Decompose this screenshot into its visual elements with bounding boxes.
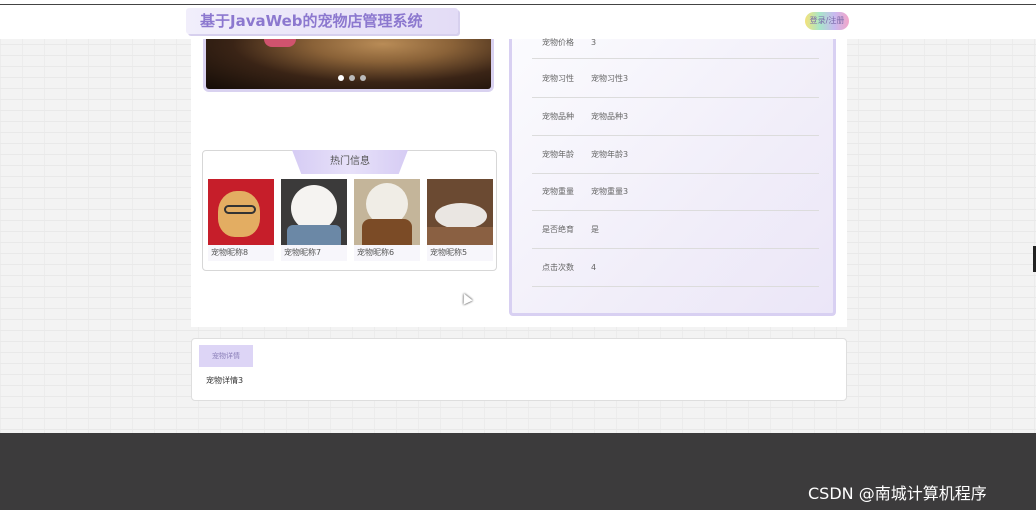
info-value: 是 [591, 225, 599, 234]
info-label: 是否绝育 [542, 225, 574, 234]
info-value: 宠物品种3 [591, 112, 629, 121]
info-value: 4 [591, 263, 597, 272]
hot-pet-card[interactable]: 宠物昵称8 [208, 179, 274, 261]
pet-photo[interactable] [354, 179, 420, 245]
info-row-price: 宠物价格 3 [532, 23, 819, 59]
pet-detail-content: 宠物详情3 [206, 376, 244, 385]
info-value: 宠物年龄3 [591, 150, 629, 159]
banner-carousel[interactable] [203, 39, 494, 92]
info-row-habit: 宠物习性 宠物习性3 [532, 60, 819, 98]
info-row-clicks: 点击次数 4 [532, 249, 819, 287]
pet-detail-card: 宠物详情 宠物详情3 [191, 338, 847, 401]
pet-nickname[interactable]: 宠物昵称5 [427, 245, 493, 261]
pet-photo[interactable] [281, 179, 347, 245]
info-label: 点击次数 [542, 263, 574, 272]
info-row-age: 宠物年龄 宠物年龄3 [532, 136, 819, 174]
info-label: 宠物年龄 [542, 150, 574, 159]
carousel-dot-1[interactable] [338, 75, 344, 81]
pet-nickname[interactable]: 宠物昵称6 [354, 245, 420, 261]
info-value: 宠物习性3 [591, 74, 629, 83]
hot-info-title: 热门信息 [292, 150, 408, 174]
hot-pet-card[interactable]: 宠物昵称6 [354, 179, 420, 261]
carousel-dot-2[interactable] [349, 75, 355, 81]
hot-pet-card[interactable]: 宠物昵称7 [281, 179, 347, 261]
info-label: 宠物习性 [542, 74, 574, 83]
info-row-neutered: 是否绝育 是 [532, 211, 819, 249]
pet-nickname[interactable]: 宠物昵称7 [281, 245, 347, 261]
info-value: 宠物重量3 [591, 187, 629, 196]
hot-pet-card[interactable]: 宠物昵称5 [427, 179, 493, 261]
banner-image-detail [264, 39, 296, 47]
info-label: 宠物重量 [542, 187, 574, 196]
info-label: 宠物品种 [542, 112, 574, 121]
hot-pet-list: 宠物昵称8 宠物昵称7 宠物昵称6 宠物昵称5 [208, 179, 493, 261]
pet-nickname[interactable]: 宠物昵称8 [208, 245, 274, 261]
csdn-watermark: CSDN @南城计算机程序 [808, 484, 987, 503]
info-label: 宠物价格 [542, 38, 574, 47]
site-header: 基于JavaWeb的宠物店管理系统 登录/注册 [0, 5, 1036, 39]
info-row-breed: 宠物品种 宠物品种3 [532, 98, 819, 136]
pet-photo[interactable] [208, 179, 274, 245]
tab-pet-detail[interactable]: 宠物详情 [199, 345, 253, 367]
pet-photo[interactable] [427, 179, 493, 245]
hot-info-section: 热门信息 宠物昵称8 宠物昵称7 宠物昵称6 宠物昵称5 [202, 150, 497, 271]
carousel-dot-3[interactable] [360, 75, 366, 81]
info-value: 3 [591, 38, 597, 47]
carousel-dots [338, 75, 366, 81]
info-row-weight: 宠物重量 宠物重量3 [532, 173, 819, 211]
site-title: 基于JavaWeb的宠物店管理系统 [186, 8, 458, 34]
pet-info-panel: 宠物价格 3 宠物习性 宠物习性3 宠物品种 宠物品种3 宠物年龄 宠物年龄3 … [509, 38, 836, 316]
